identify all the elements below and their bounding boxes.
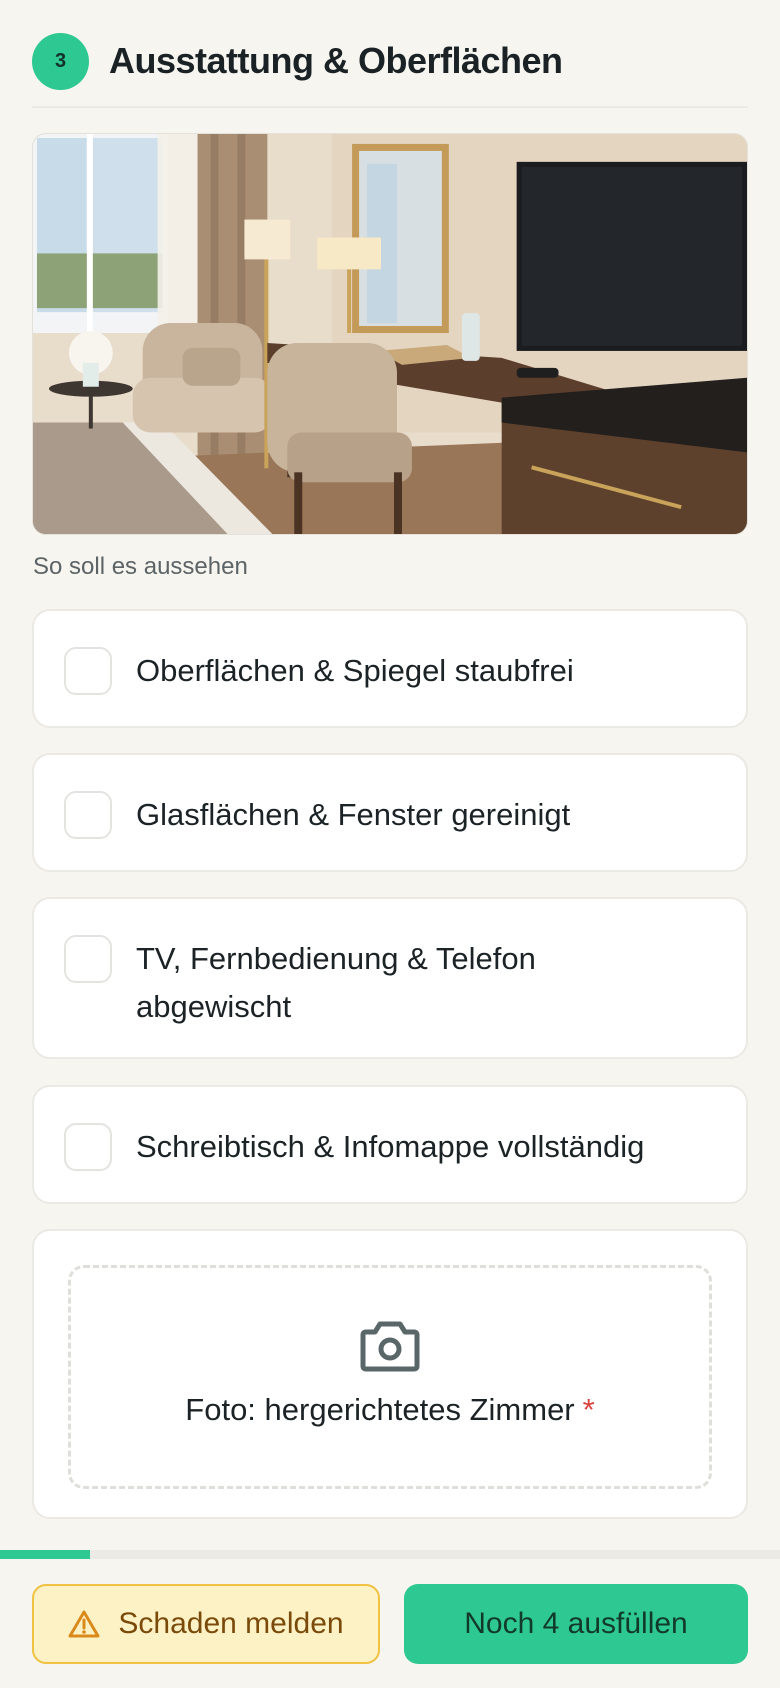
- section-header: 3 Ausstattung & Oberflächen: [32, 33, 748, 108]
- checkbox[interactable]: [64, 791, 112, 839]
- checklist-item-label: Glasflächen & Fenster gereinigt: [136, 797, 571, 832]
- progress-bar: [0, 1550, 780, 1559]
- complete-button[interactable]: Noch 4 ausfüllen: [404, 1584, 748, 1664]
- checkbox[interactable]: [64, 1123, 112, 1171]
- report-damage-label: Schaden melden: [118, 1607, 344, 1640]
- footer-actions: Schaden melden Noch 4 ausfüllen: [0, 1559, 780, 1688]
- camera-icon: [360, 1321, 420, 1372]
- photo-upload-label: Foto: hergerichtetes Zimmer *: [185, 1392, 595, 1427]
- checkbox[interactable]: [64, 647, 112, 695]
- progress-bar-fill: [0, 1550, 90, 1559]
- checkbox[interactable]: [64, 935, 112, 983]
- warning-icon: [68, 1610, 100, 1638]
- checklist-item[interactable]: Oberflächen & Spiegel staubfrei: [32, 609, 748, 728]
- photo-upload-dropzone[interactable]: Foto: hergerichtetes Zimmer *: [68, 1265, 712, 1489]
- reference-photo: [32, 133, 748, 535]
- section-title: Ausstattung & Oberflächen: [109, 40, 563, 81]
- required-marker: *: [582, 1392, 595, 1427]
- photo-upload-card: Foto: hergerichtetes Zimmer *: [32, 1229, 748, 1519]
- report-damage-button[interactable]: Schaden melden: [32, 1584, 380, 1664]
- checklist-item[interactable]: Schreibtisch & Infomappe vollständig: [32, 1085, 748, 1204]
- step-number-badge: 3: [32, 33, 89, 90]
- checklist-item[interactable]: Glasflächen & Fenster gereinigt: [32, 753, 748, 872]
- checklist-item-label: Oberflächen & Spiegel staubfrei: [136, 653, 574, 688]
- checklist-item[interactable]: TV, Fernbedienung & Telefon abgewischt: [32, 897, 748, 1059]
- reference-photo-caption: So soll es aussehen: [33, 553, 248, 580]
- checklist-item-label: Schreibtisch & Infomappe vollständig: [136, 1129, 645, 1164]
- complete-button-label: Noch 4 ausfüllen: [464, 1607, 688, 1640]
- checklist-item-label: TV, Fernbedienung & Telefon abgewischt: [136, 941, 536, 1024]
